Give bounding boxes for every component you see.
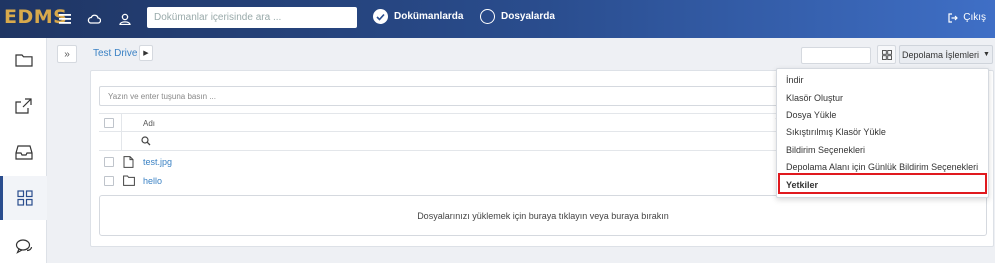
- empty-circle-icon: [480, 9, 495, 24]
- upload-dropzone[interactable]: Dosyalarınızı yüklemek için buraya tıkla…: [99, 195, 987, 236]
- breadcrumb-current[interactable]: Test Drive: [93, 48, 137, 59]
- filter-input[interactable]: [99, 86, 799, 106]
- user-icon[interactable]: [116, 10, 134, 28]
- menu-item-upload-file[interactable]: Dosya Yükle: [786, 110, 836, 120]
- double-chevron-right-icon: »: [64, 48, 70, 60]
- column-header-name[interactable]: Adı: [143, 119, 155, 128]
- sidebar: [0, 38, 47, 263]
- menu-item-notification-options[interactable]: Bildirim Seçenekleri: [786, 145, 865, 155]
- caret-down-icon: ▼: [983, 51, 990, 58]
- menu-item-daily-notification-options[interactable]: Depolama Alanı için Günlük Bildirim Seçe…: [786, 162, 978, 172]
- sidebar-item-messages[interactable]: [0, 224, 47, 263]
- file-name[interactable]: test.jpg: [143, 157, 172, 167]
- view-toggle-button[interactable]: [877, 45, 896, 64]
- storage-actions-button[interactable]: Depolama İşlemleri ▼: [899, 45, 993, 64]
- column-search-row[interactable]: [99, 132, 799, 151]
- radio-documents-label: Dokümanlarda: [394, 11, 464, 22]
- grid-icon: [17, 190, 33, 206]
- sidebar-item-inbox[interactable]: [0, 130, 47, 174]
- check-circle-icon: [373, 9, 388, 24]
- column-divider: [121, 132, 122, 151]
- dropzone-text: Dosyalarınızı yüklemek için buraya tıkla…: [417, 210, 669, 221]
- inbox-icon: [14, 144, 33, 160]
- select-all-checkbox[interactable]: [104, 118, 114, 128]
- row-checkbox[interactable]: [104, 176, 114, 186]
- cloud-icon[interactable]: [85, 10, 103, 28]
- chat-icon: [15, 239, 32, 254]
- folder-icon: [14, 54, 33, 67]
- logout-label: Çıkış: [963, 12, 986, 23]
- share-icon: [14, 98, 32, 114]
- menu-item-upload-zip[interactable]: Sıkıştırılmış Klasör Yükle: [786, 127, 886, 137]
- radio-files[interactable]: Dosyalarda: [480, 9, 555, 24]
- menu-item-create-folder[interactable]: Klasör Oluştur: [786, 93, 843, 103]
- table-row[interactable]: hello 🔗︎: [99, 172, 799, 191]
- logout-button[interactable]: Çıkış: [948, 12, 986, 23]
- toolbar-input[interactable]: [801, 47, 871, 64]
- expand-sidebar-button[interactable]: »: [57, 45, 77, 63]
- table-header: Adı: [99, 113, 799, 133]
- storage-actions-label: Depolama İşlemleri: [902, 49, 980, 60]
- search-icon: [141, 136, 151, 149]
- highlight-box: [778, 173, 987, 194]
- search-input[interactable]: [147, 7, 357, 28]
- menu-icon[interactable]: [56, 10, 74, 28]
- folder-icon: [123, 175, 135, 189]
- top-bar: EDMS Dokümanlarda Dosyalarda Çıkış: [0, 0, 995, 38]
- radio-documents[interactable]: Dokümanlarda: [373, 9, 463, 24]
- sidebar-item-share[interactable]: [0, 84, 47, 128]
- folder-name[interactable]: hello: [143, 176, 162, 186]
- sidebar-item-dashboard[interactable]: [0, 176, 47, 220]
- row-checkbox[interactable]: [104, 157, 114, 167]
- file-icon: [123, 156, 134, 171]
- column-divider: [121, 114, 122, 133]
- logout-icon: [948, 12, 959, 23]
- sidebar-item-folders[interactable]: [0, 38, 47, 82]
- table-row[interactable]: test.jpg 🔗︎: [99, 153, 799, 172]
- menu-item-download[interactable]: İndir: [786, 75, 804, 85]
- breadcrumb-caret-right-icon[interactable]: ▶: [139, 45, 153, 61]
- radio-files-label: Dosyalarda: [501, 11, 555, 22]
- grid-view-icon: [881, 49, 892, 60]
